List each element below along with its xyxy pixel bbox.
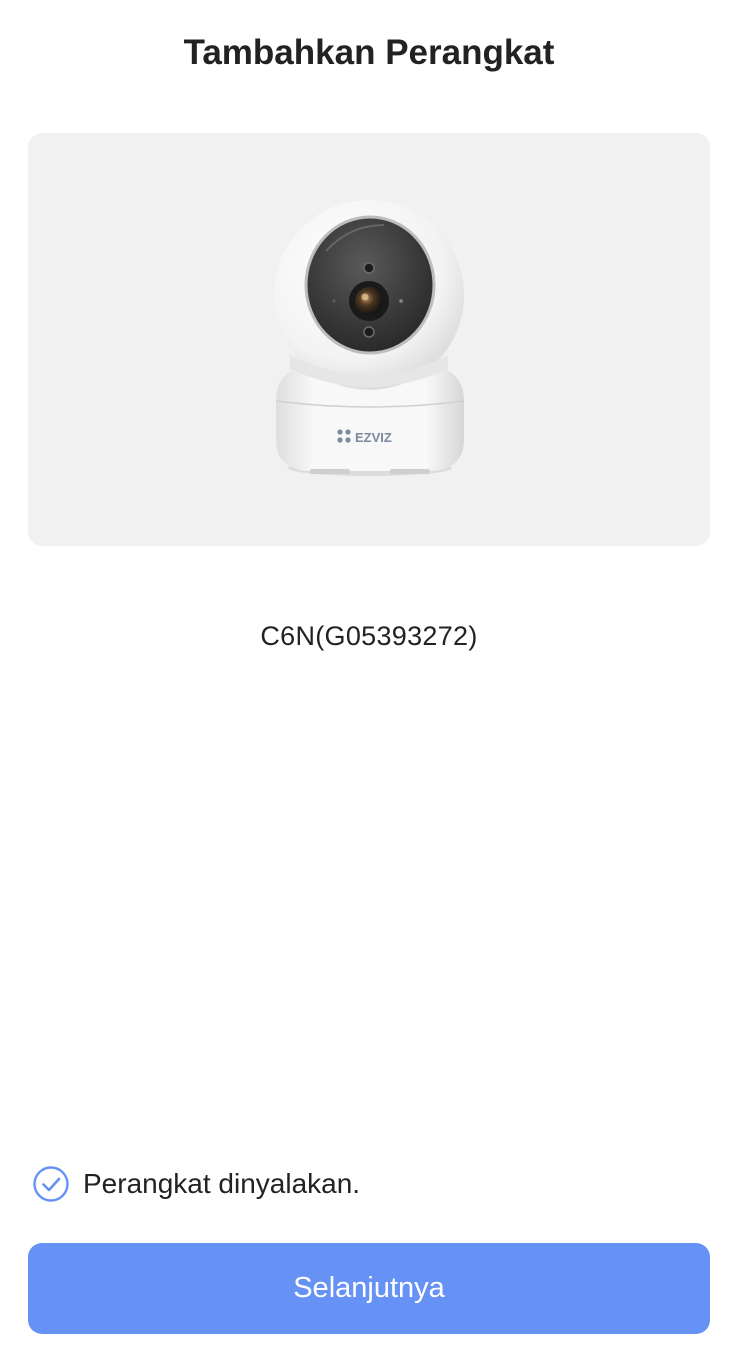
device-name: C6N(G05393272): [260, 621, 478, 651]
page-title: Tambahkan Perangkat: [183, 33, 555, 72]
check-circle-icon[interactable]: [32, 1165, 70, 1203]
power-confirmation-checkbox[interactable]: Perangkat dinyalakan.: [32, 1163, 360, 1205]
brand-logo-text: EZVIZ: [355, 430, 392, 445]
device-image-panel: EZVIZ: [28, 133, 710, 546]
camera-image: EZVIZ: [274, 200, 465, 476]
power-confirmation-label[interactable]: Perangkat dinyalakan.: [83, 1164, 360, 1204]
next-button[interactable]: Selanjutnya: [28, 1243, 710, 1334]
